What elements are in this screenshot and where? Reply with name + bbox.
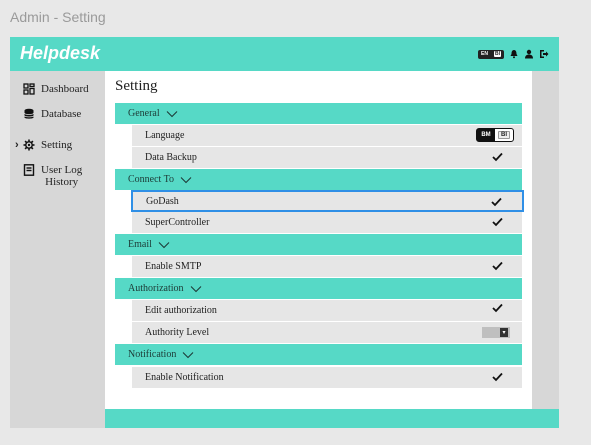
- language-option-bm: BM: [477, 129, 495, 141]
- sidebar-item-label: Database: [41, 108, 82, 120]
- row-label: Edit authorization: [145, 305, 217, 316]
- sidebar-item-database[interactable]: Database: [23, 108, 81, 120]
- row-label: Data Backup: [145, 152, 197, 163]
- sidebar-item-user-log-history[interactable]: User Log History: [23, 164, 82, 188]
- checkmark-icon[interactable]: [492, 372, 503, 382]
- brand-logo[interactable]: Helpdesk: [20, 43, 100, 64]
- section-label: Authorization: [128, 283, 184, 294]
- sidebar-item-label-line2: History: [45, 176, 79, 188]
- setting-row-godash[interactable]: GoDash: [131, 190, 524, 212]
- page-title: Setting: [115, 78, 158, 94]
- row-label: Language: [145, 130, 185, 141]
- sidebar-item-label: Dashboard: [41, 83, 89, 95]
- user-icon[interactable]: [524, 49, 534, 59]
- language-option-bi-label: BI: [498, 131, 510, 139]
- dashboard-icon: [23, 83, 35, 95]
- section-notification-header[interactable]: Notification: [115, 344, 522, 365]
- sidebar-item-setting[interactable]: › Setting: [15, 139, 73, 151]
- language-option-bi: BI: [495, 131, 513, 139]
- gear-icon: [23, 139, 35, 151]
- setting-row-authority-level: Authority Level ▾: [132, 322, 522, 343]
- footer-bar: [105, 409, 559, 428]
- header-language-left: EN: [481, 51, 488, 57]
- header-language-right: BI: [493, 51, 501, 57]
- active-arrow-icon: ›: [15, 139, 19, 151]
- top-bar: Helpdesk EN BI: [10, 37, 559, 71]
- row-label: Enable Notification: [145, 372, 224, 383]
- section-authorization-header[interactable]: Authorization: [115, 278, 522, 299]
- chevron-down-icon: [190, 285, 201, 292]
- header-language-toggle[interactable]: EN BI: [478, 49, 504, 59]
- sidebar-item-label: Setting: [41, 139, 73, 151]
- chevron-down-icon: [180, 176, 192, 183]
- section-email-header[interactable]: Email: [115, 234, 522, 255]
- row-label: Authority Level: [145, 327, 210, 338]
- window-caption: Admin - Setting: [10, 9, 106, 25]
- row-label: Enable SMTP: [145, 261, 202, 272]
- row-label: SuperController: [145, 217, 210, 228]
- chevron-down-icon: [182, 351, 194, 358]
- log-icon: [23, 164, 35, 176]
- section-label: Connect To: [128, 174, 175, 185]
- sidebar-item-dashboard[interactable]: Dashboard: [23, 83, 89, 95]
- checkmark-icon[interactable]: [492, 303, 503, 313]
- section-label: General: [128, 108, 160, 119]
- dropdown-arrow-icon: ▾: [500, 328, 508, 337]
- checkmark-icon[interactable]: [492, 217, 503, 227]
- section-label: Notification: [128, 349, 177, 360]
- checkmark-icon[interactable]: [492, 152, 503, 162]
- checkmark-icon[interactable]: [491, 197, 502, 207]
- setting-row-language: Language BM BI: [132, 125, 522, 146]
- checkmark-icon[interactable]: [492, 261, 503, 271]
- authority-level-select[interactable]: ▾: [482, 327, 510, 338]
- logout-icon[interactable]: [539, 49, 549, 59]
- top-icons: EN BI: [478, 49, 549, 59]
- setting-row-enable-notification: Enable Notification: [132, 367, 522, 388]
- chevron-down-icon: [158, 241, 170, 248]
- section-label: Email: [128, 239, 152, 250]
- section-connect-header[interactable]: Connect To: [115, 169, 522, 190]
- sidebar: Dashboard Database › Setting User Log Hi…: [10, 71, 105, 428]
- language-toggle[interactable]: BM BI: [476, 128, 514, 142]
- sidebar-item-label: User Log History: [41, 164, 82, 188]
- setting-row-data-backup: Data Backup: [132, 147, 522, 168]
- database-icon: [24, 108, 34, 119]
- chevron-down-icon: [166, 110, 178, 117]
- setting-row-supercontroller: SuperController: [132, 212, 522, 233]
- sidebar-item-label-line1: User Log: [41, 164, 83, 176]
- row-label: GoDash: [146, 195, 179, 207]
- section-general-header[interactable]: General: [115, 103, 522, 124]
- setting-row-edit-authorization: Edit authorization: [132, 300, 522, 321]
- bell-icon[interactable]: [509, 49, 519, 59]
- setting-row-enable-smtp: Enable SMTP: [132, 256, 522, 277]
- settings-panel: Setting General Language BM BI Data Back…: [105, 71, 532, 409]
